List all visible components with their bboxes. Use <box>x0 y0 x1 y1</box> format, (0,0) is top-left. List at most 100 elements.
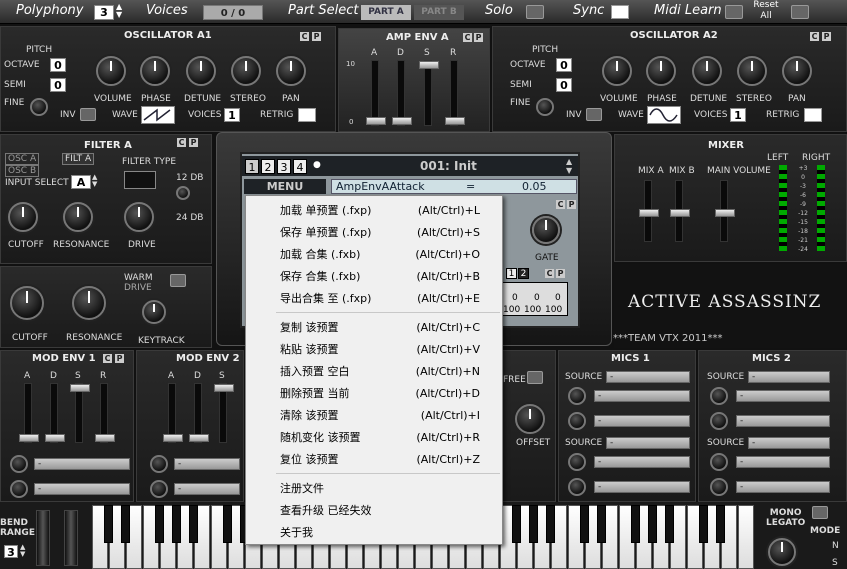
display-mini-tab-2[interactable]: 2 <box>518 268 529 279</box>
display-copy-button[interactable]: C <box>556 200 565 209</box>
black-key[interactable] <box>121 505 130 543</box>
mics-1-dest-field-4[interactable]: - <box>594 481 690 493</box>
white-key[interactable] <box>738 505 754 569</box>
osc-a2-fine-knob[interactable] <box>536 98 554 116</box>
lfo-offset-knob[interactable] <box>515 404 545 434</box>
black-key[interactable] <box>104 505 113 543</box>
mod-env-2-destination-2[interactable]: - <box>174 483 240 495</box>
mod-env-1-release-fader[interactable] <box>95 383 115 443</box>
osc-a1-phase-knob[interactable] <box>140 56 170 86</box>
polyphony-value[interactable]: 3 <box>94 5 114 20</box>
mics-1-dest-field-3[interactable]: - <box>594 456 690 468</box>
amp-env-decay-fader[interactable] <box>392 60 412 126</box>
black-key[interactable] <box>631 505 640 543</box>
osc-a1-retrig-toggle[interactable] <box>298 108 316 122</box>
warm-drive-toggle[interactable] <box>170 274 186 287</box>
filter-a-resonance-knob[interactable] <box>63 202 93 232</box>
mod-env-1-copy-button[interactable]: C <box>103 354 112 363</box>
osc-a1-copy-button[interactable]: C <box>300 32 309 41</box>
mod-env-2-amount-knob-2[interactable] <box>150 480 168 498</box>
menu-item-load-bank[interactable]: 加载 合集 (.fxb) (Alt/Ctrl)+O <box>246 243 502 265</box>
mics-1-source-field-1[interactable]: - <box>606 371 690 383</box>
mod-env-1-amount-knob-2[interactable] <box>10 480 28 498</box>
input-select-value[interactable]: A <box>71 175 91 189</box>
osc-a1-wave-display[interactable] <box>141 106 175 124</box>
mod-env-1-destination-2[interactable]: - <box>34 483 130 495</box>
patch-spinner-icon[interactable]: ▲ ▼ <box>566 157 572 175</box>
mod-env-1-decay-fader[interactable] <box>45 383 65 443</box>
mics-1-source-field-2[interactable]: - <box>606 437 690 449</box>
sync-toggle[interactable] <box>611 5 629 19</box>
display-tab-3[interactable]: 3 <box>277 159 291 174</box>
black-key[interactable] <box>155 505 164 543</box>
mod-env-2-amount-knob-1[interactable] <box>150 455 168 473</box>
osc-a2-semi-value[interactable]: 0 <box>556 78 572 92</box>
black-key[interactable] <box>597 505 606 543</box>
display-mini-tab-1[interactable]: 1 <box>506 268 517 279</box>
mics-1-amount-knob-3[interactable] <box>568 453 586 471</box>
menu-item-export-bank[interactable]: 导出合集 至 (.fxp) (Alt/Ctrl)+E <box>246 287 502 309</box>
mics-2-source-field-1[interactable]: - <box>748 371 830 383</box>
amp-env-attack-fader[interactable] <box>366 60 386 126</box>
osc-a2-copy-button[interactable]: C <box>810 32 819 41</box>
mics-2-dest-field-4[interactable]: - <box>736 481 830 493</box>
mod-env-2-destination-1[interactable]: - <box>174 458 240 470</box>
menu-item-about[interactable]: 关于我 <box>246 521 502 543</box>
display-tab-1[interactable]: 1 <box>245 159 259 174</box>
mics-1-dest-field-2[interactable]: - <box>594 415 690 427</box>
input-select-spinner-icon[interactable]: ▲ ▼ <box>92 174 97 188</box>
part-b-button[interactable]: PART B <box>414 5 464 20</box>
mics-2-amount-knob-2[interactable] <box>710 412 728 430</box>
mics-1-amount-knob-4[interactable] <box>568 478 586 496</box>
osc-a2-inv-toggle[interactable] <box>586 108 602 121</box>
filter-b-cutoff-knob[interactable] <box>10 286 44 320</box>
solo-toggle[interactable] <box>526 5 544 19</box>
filter-osc-b-button[interactable]: OSC B <box>5 165 40 177</box>
mod-env-2-attack-fader[interactable] <box>163 383 183 443</box>
osc-a1-paste-button[interactable]: P <box>312 32 321 41</box>
display-mini-paste-button[interactable]: P <box>556 269 565 278</box>
mics-1-amount-knob-1[interactable] <box>568 387 586 405</box>
polyphony-spinner-icon[interactable]: ▲ ▼ <box>116 3 122 19</box>
filter-a-copy-button[interactable]: C <box>177 138 186 147</box>
mics-2-dest-field-1[interactable]: - <box>736 390 830 402</box>
menu-item-insert-preset[interactable]: 插入预置 空白 (Alt/Ctrl)+N <box>246 360 502 382</box>
mix-a-fader[interactable] <box>639 180 659 242</box>
osc-a2-voices-value[interactable]: 1 <box>730 108 746 122</box>
filter-filt-a-button[interactable]: FILT A <box>62 153 95 165</box>
reset-all-button[interactable] <box>791 5 809 19</box>
black-key[interactable] <box>648 505 657 543</box>
filter-a-paste-button[interactable]: P <box>189 138 198 147</box>
black-key[interactable] <box>512 505 521 543</box>
menu-item-copy-preset[interactable]: 复制 该预置 (Alt/Ctrl)+C <box>246 316 502 338</box>
menu-item-randomize-preset[interactable]: 随机变化 该预置 (Alt/Ctrl)+R <box>246 426 502 448</box>
mics-2-dest-field-2[interactable]: - <box>736 415 830 427</box>
pitch-wheel[interactable] <box>36 510 50 566</box>
menu-item-save-bank[interactable]: 保存 合集 (.fxb) (Alt/Ctrl)+B <box>246 265 502 287</box>
mix-b-fader[interactable] <box>670 180 690 242</box>
black-key[interactable] <box>529 505 538 543</box>
osc-a2-stereo-knob[interactable] <box>737 56 767 86</box>
filter-slope-switch[interactable] <box>176 186 190 200</box>
menu-item-paste-preset[interactable]: 粘贴 该预置 (Alt/Ctrl)+V <box>246 338 502 360</box>
display-mini-copy-button[interactable]: C <box>545 269 554 278</box>
amp-env-sustain-fader[interactable] <box>419 60 439 126</box>
black-key[interactable] <box>189 505 198 543</box>
lfo-free-toggle[interactable] <box>527 371 543 384</box>
osc-a2-detune-knob[interactable] <box>692 56 722 86</box>
menu-item-load-preset[interactable]: 加载 单预置 (.fxp) (Alt/Ctrl)+L <box>246 199 502 221</box>
osc-a1-fine-knob[interactable] <box>30 98 48 116</box>
osc-a2-retrig-toggle[interactable] <box>804 108 822 122</box>
black-key[interactable] <box>665 505 674 543</box>
osc-a2-paste-button[interactable]: P <box>822 32 831 41</box>
gate-knob[interactable] <box>532 216 560 244</box>
osc-a1-pan-knob[interactable] <box>276 56 306 86</box>
mod-env-1-sustain-fader[interactable] <box>70 383 90 443</box>
filter-b-resonance-knob[interactable] <box>72 286 106 320</box>
mod-env-1-attack-fader[interactable] <box>19 383 39 443</box>
part-a-button[interactable]: PART A <box>361 5 411 20</box>
display-tab-4[interactable]: 4 <box>293 159 307 174</box>
filter-type-display[interactable] <box>124 171 156 189</box>
filter-a-cutoff-knob[interactable] <box>8 202 38 232</box>
black-key[interactable] <box>172 505 181 543</box>
